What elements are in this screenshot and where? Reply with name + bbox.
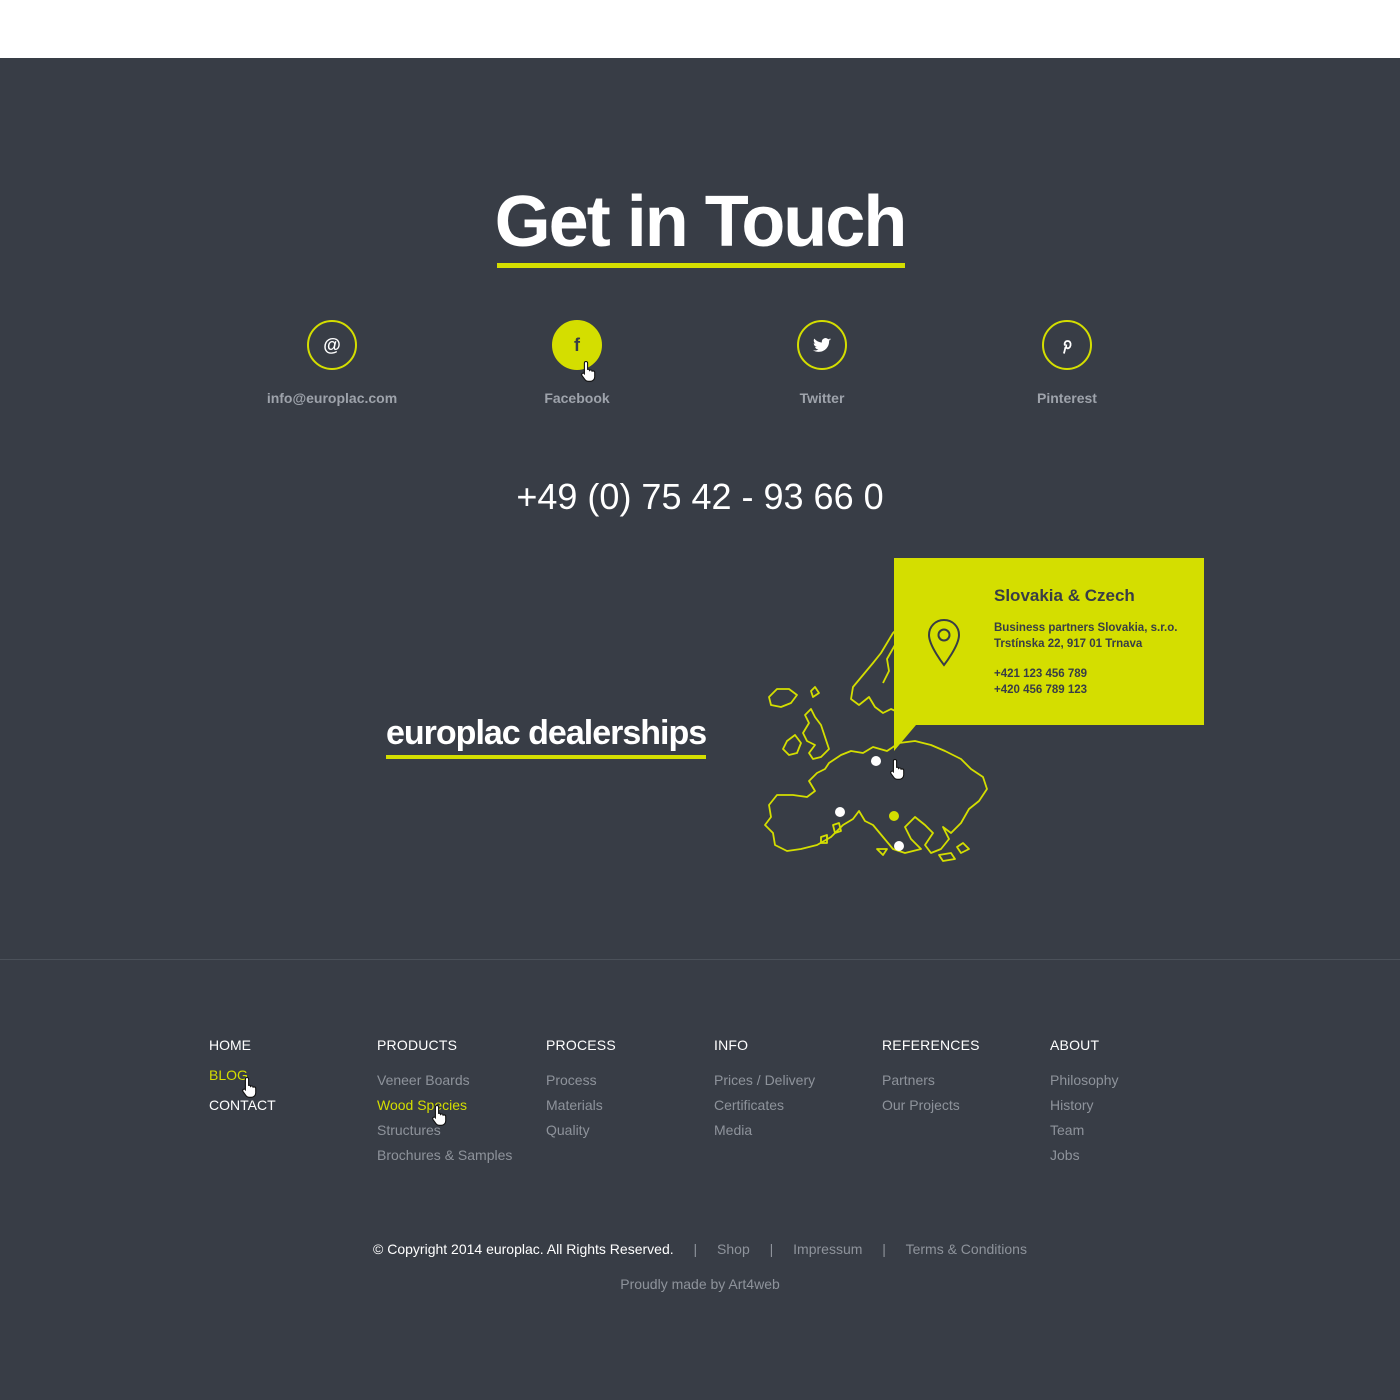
email-link[interactable]: @ info@europlac.com — [232, 320, 432, 406]
popup-address: Trstínska 22, 917 01 Trnava — [994, 638, 1143, 650]
copyright-bar: © Copyright 2014 europlac. All Rights Re… — [0, 1241, 1400, 1257]
footer-link-quality[interactable]: Quality — [546, 1120, 616, 1140]
footer-heading-about[interactable]: ABOUT — [1050, 1035, 1119, 1055]
footer-link-media[interactable]: Media — [714, 1120, 815, 1140]
footer-col-about: ABOUT Philosophy History Team Jobs — [1050, 1035, 1119, 1165]
footer-heading-products[interactable]: PRODUCTS — [377, 1035, 512, 1055]
dealerships-title: europlac dealerships — [386, 714, 707, 752]
twitter-label: Twitter — [799, 390, 845, 406]
footer-link-materials[interactable]: Materials — [546, 1095, 616, 1115]
footer-link-shop[interactable]: Shop — [717, 1241, 750, 1257]
footer-link-team[interactable]: Team — [1050, 1120, 1119, 1140]
footer-link-philosophy[interactable]: Philosophy — [1050, 1070, 1119, 1090]
popup-title: Slovakia & Czech — [994, 586, 1135, 605]
footer-link-prices-delivery[interactable]: Prices / Delivery — [714, 1070, 815, 1090]
contact-section: Get in Touch @ info@europlac.com f Faceb… — [0, 58, 1400, 1400]
copyright-text: © Copyright 2014 europlac. All Rights Re… — [373, 1241, 674, 1257]
footer-link-contact[interactable]: CONTACT — [209, 1095, 276, 1115]
pinterest-link[interactable]: Pinterest — [967, 320, 1167, 406]
title-underline — [496, 263, 906, 268]
footer-link-history[interactable]: History — [1050, 1095, 1119, 1115]
footer-col-references: REFERENCES Partners Our Projects — [882, 1035, 980, 1115]
footer-heading-process[interactable]: PROCESS — [546, 1035, 616, 1055]
dealer-popup: Slovakia & Czech Business partners Slova… — [894, 558, 1204, 751]
footer-link-terms[interactable]: Terms & Conditions — [906, 1241, 1027, 1257]
location-pin-icon — [927, 618, 961, 667]
separator: | — [693, 1241, 698, 1257]
pinterest-icon — [1042, 320, 1092, 370]
facebook-link[interactable]: f Facebook — [477, 320, 677, 406]
hand-cursor-icon — [581, 360, 596, 382]
dealerships-underline — [386, 755, 707, 759]
hand-cursor-icon — [890, 758, 905, 780]
footer-link-jobs[interactable]: Jobs — [1050, 1145, 1119, 1165]
hand-cursor-icon — [432, 1104, 447, 1126]
footer-link-process[interactable]: Process — [546, 1070, 616, 1090]
email-label: info@europlac.com — [266, 390, 398, 406]
hand-cursor-icon — [242, 1076, 257, 1098]
dealerships-heading: europlac dealerships — [386, 714, 707, 759]
section-title-wrap: Get in Touch — [0, 182, 1400, 268]
footer-link-our-projects[interactable]: Our Projects — [882, 1095, 980, 1115]
twitter-icon — [797, 320, 847, 370]
page-title-text: Get in Touch — [494, 182, 908, 262]
popup-phone-1: +421 123 456 789 — [994, 668, 1088, 680]
footer-divider — [0, 959, 1400, 960]
footer-heading-references[interactable]: REFERENCES — [882, 1035, 980, 1055]
footer-link-certificates[interactable]: Certificates — [714, 1095, 815, 1115]
footer-link-home[interactable]: HOME — [209, 1035, 276, 1055]
separator: | — [769, 1241, 774, 1257]
top-white-strip — [0, 0, 1400, 58]
footer-link-impressum[interactable]: Impressum — [793, 1241, 862, 1257]
popup-company: Business partners Slovakia, s.r.o. — [994, 622, 1178, 634]
footer-col-home: HOME BLOG CONTACT — [209, 1035, 276, 1115]
pinterest-label: Pinterest — [1037, 390, 1097, 406]
at-icon: @ — [307, 320, 357, 370]
footer-col-process: PROCESS Process Materials Quality — [546, 1035, 616, 1140]
footer-col-products: PRODUCTS Veneer Boards Wood Species Stru… — [377, 1035, 512, 1165]
separator: | — [882, 1241, 886, 1257]
phone-number[interactable]: +49 (0) 75 42 - 93 66 0 — [0, 476, 1400, 518]
footer-link-veneer-boards[interactable]: Veneer Boards — [377, 1070, 512, 1090]
footer-heading-info[interactable]: INFO — [714, 1035, 815, 1055]
twitter-link[interactable]: Twitter — [722, 320, 922, 406]
footer-link-brochures[interactable]: Brochures & Samples — [377, 1145, 512, 1165]
popup-tail — [894, 725, 916, 751]
footer-col-info: INFO Prices / Delivery Certificates Medi… — [714, 1035, 815, 1140]
made-by-credit[interactable]: Proudly made by Art4web — [0, 1276, 1400, 1292]
page-title: Get in Touch — [494, 182, 908, 268]
footer-link-partners[interactable]: Partners — [882, 1070, 980, 1090]
popup-phone-2: +420 456 789 123 — [994, 684, 1088, 696]
facebook-label: Facebook — [544, 390, 610, 406]
